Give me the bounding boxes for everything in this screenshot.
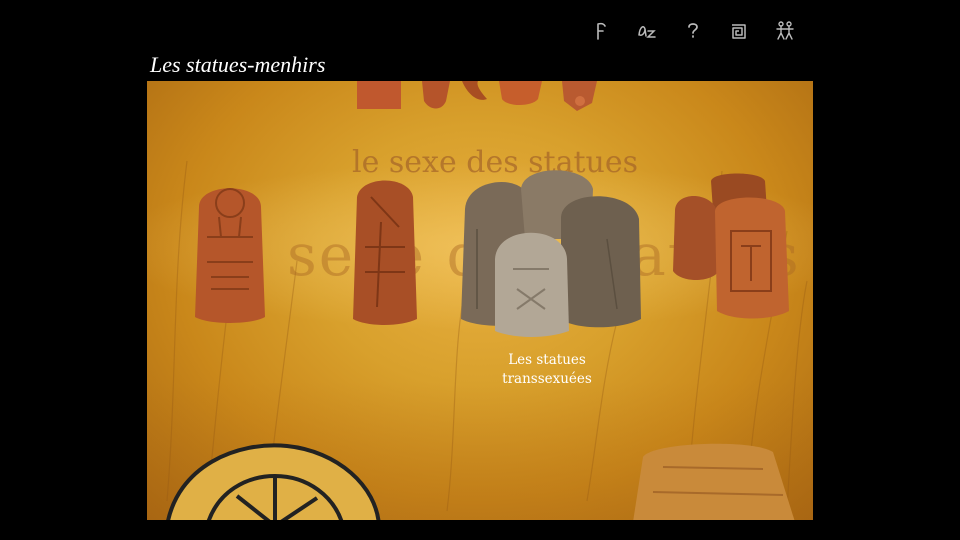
engraved-disc[interactable] bbox=[157, 436, 387, 520]
spiral-glyph-icon[interactable] bbox=[724, 18, 754, 44]
f-glyph-icon[interactable] bbox=[586, 18, 616, 44]
statue-group-transsexual[interactable] bbox=[457, 169, 647, 339]
caption-line-2: transsexuées bbox=[502, 371, 592, 387]
statues-caption[interactable]: Les statues transsexuées bbox=[477, 351, 617, 389]
stone-fragment[interactable] bbox=[623, 437, 803, 520]
statue-feminine[interactable] bbox=[191, 177, 269, 327]
page-title: Les statues-menhirs bbox=[150, 52, 326, 77]
thumbnail-strip[interactable] bbox=[352, 81, 612, 113]
top-nav-icons bbox=[586, 18, 800, 44]
statue-pair-right[interactable] bbox=[671, 171, 791, 321]
main-stage: sexe des statues le sexe des statues Les… bbox=[147, 81, 813, 520]
question-glyph-icon[interactable] bbox=[678, 18, 708, 44]
statue-masculine[interactable] bbox=[351, 177, 419, 327]
figures-glyph-icon[interactable] bbox=[770, 18, 800, 44]
az-glyph-icon[interactable] bbox=[632, 18, 662, 44]
caption-line-1: Les statues bbox=[508, 352, 586, 368]
